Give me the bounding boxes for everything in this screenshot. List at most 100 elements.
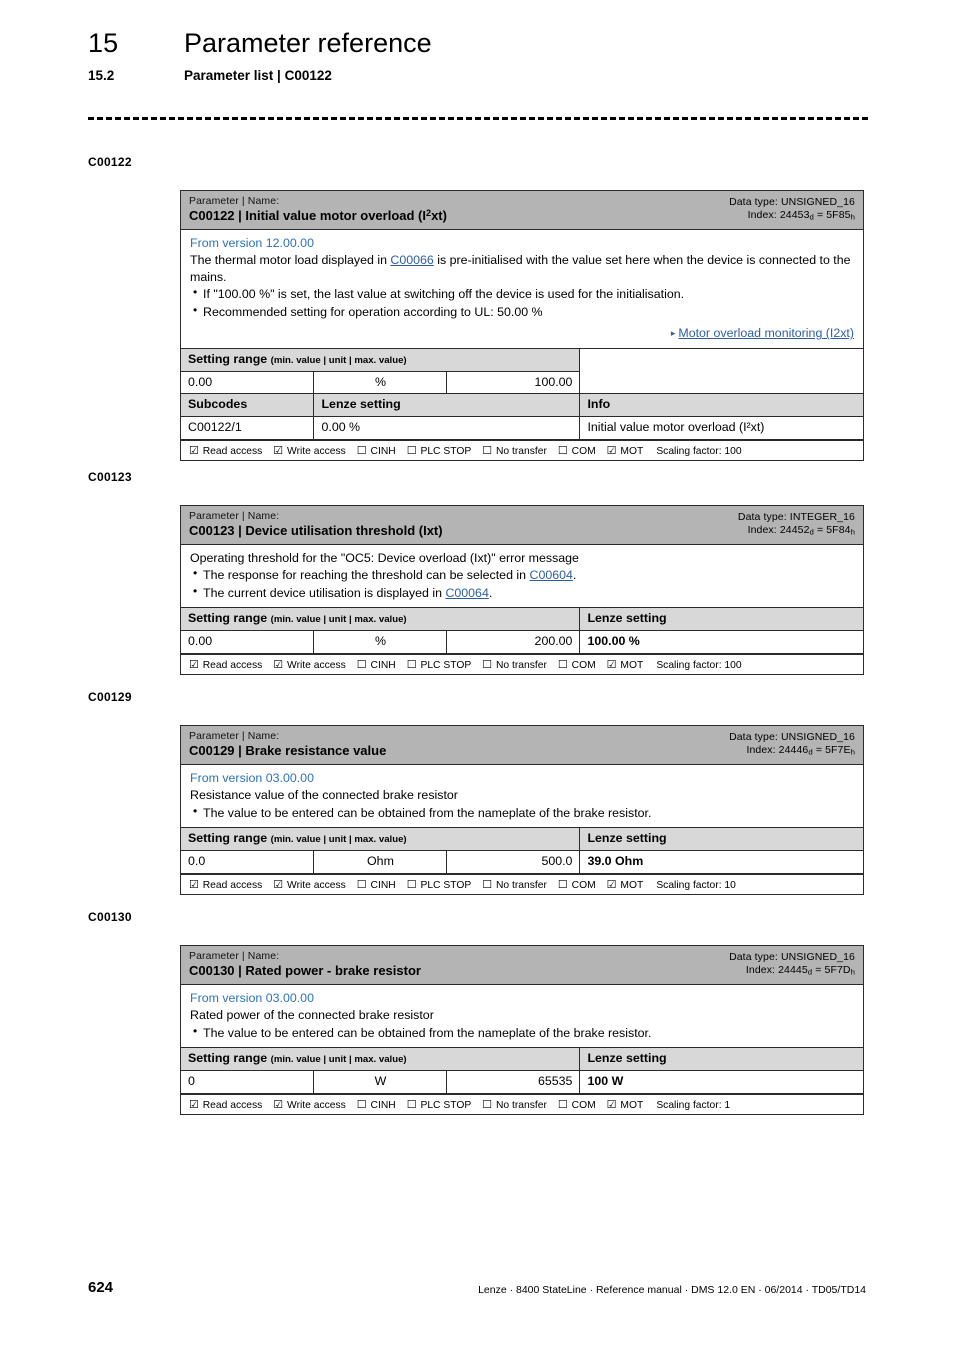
parameter-name-kicker: Parameter | Name: [189,195,280,207]
max-value-cell: 65535 [446,1070,581,1094]
checkbox-read-icon: ☑ [189,878,199,891]
checkbox-cinh-icon: ☐ [356,1098,367,1111]
table-row: 0 W 65535 100 W [181,1070,863,1094]
access-flags-row: ☑ Read access ☑ Write access ☐ CINH ☐ PLC S… [181,873,863,894]
margin-label-c00122: C00122 [88,155,132,169]
index-decimal: 24446 [778,743,809,756]
access-flag-label: PLC STOP [420,879,472,891]
index-hex: 5F7E [825,743,851,756]
description-text: Rated power of the connected brake resis… [190,1008,434,1023]
checkbox-com-icon: ☐ [557,1098,568,1111]
access-flag-label: COM [571,659,596,671]
access-flag-label: CINH [370,659,396,671]
checkbox-write-icon: ☑ [273,445,284,458]
access-flag-label: Read access [202,1099,263,1111]
parameter-name: C00123 | Device utilisation threshold (I… [189,523,443,539]
subcode-info-cell: Initial value motor overload (I²xt) [579,416,863,441]
subcode-cell: C00122/1 [181,416,315,441]
checkbox-plcstop-icon: ☐ [406,1098,417,1111]
access-flag-com: ☐ COM [558,879,596,891]
checkbox-plcstop-icon: ☐ [406,445,417,458]
description: From version 03.00.00 Rated power of the … [181,985,863,1048]
unit-cell: % [313,370,448,395]
max-value-cell: 100.00 [446,370,580,395]
from-version-note: From version 03.00.00 [190,770,314,785]
parameter-name: C00122 | Initial value motor overload (I… [189,208,447,224]
min-value-cell: 0.00 [181,370,315,395]
access-flag-label: Read access [202,659,263,671]
index-value: Index: 24445d = 5F7Dh [745,963,855,977]
checkbox-read-icon: ☑ [189,658,199,671]
index-hex: 5F7D [824,963,851,976]
data-type-value: UNSIGNED_16 [780,196,855,208]
page-header: 15 Parameter reference 15.2 Parameter li… [88,26,868,84]
access-flag-label: No transfer [495,1099,547,1111]
setting-range-header-cell: Setting range (min. value | unit | max. … [181,1047,581,1072]
index-hex: 5F84 [826,523,851,536]
access-flag-write: ☑ Write access [273,445,346,458]
access-flag-label: PLC STOP [420,446,472,458]
access-flag-label: No transfer [495,879,547,891]
access-flag-cinh: ☐ CINH [356,1098,396,1111]
parameter-link[interactable]: C00064 [445,586,488,600]
access-flag-notransfer: ☐ No transfer [482,1099,547,1111]
parameter-title-bar: Parameter | Name: C00129 | Brake resistan… [181,726,863,765]
data-type: Data type: UNSIGNED_16 [729,951,855,963]
checkbox-cinh-icon: ☐ [356,658,367,671]
subcode-lenze-setting-cell: 0.00 % [313,416,581,441]
setting-range-table: Setting range (min. value | unit | max. … [181,347,863,441]
parameter-name-kicker: Parameter | Name: [189,510,280,522]
access-flag-label: Read access [202,879,263,891]
setting-range-sublabel: (min. value | unit | max. value) [270,834,407,846]
checkbox-notransfer-icon: ☐ [482,658,493,671]
scaling-factor: Scaling factor: 1 [656,1099,731,1111]
access-flag-label: No transfer [495,659,547,671]
checkbox-cinh-icon: ☐ [356,878,367,891]
setting-range-table: Setting range (min. value | unit | max. … [181,1047,863,1094]
parameter-title-bar: Parameter | Name: C00122 | Initial value … [181,191,863,230]
checkbox-notransfer-icon: ☐ [482,878,493,891]
access-flag-label: MOT [620,446,644,458]
parameter-block-c00122: Parameter | Name: C00122 | Initial value … [180,190,864,462]
access-flag-label: CINH [370,879,396,891]
access-flag-read: ☑ Read access [189,878,263,891]
footer-page-number: 624 [88,1279,114,1296]
access-flag-label: Write access [287,1099,346,1111]
cross-reference-link[interactable]: Motor overload monitoring (I2xt) [678,326,854,340]
chapter-title: Parameter reference [184,28,432,58]
index-value: Index: 24452d = 5F84h [747,523,855,537]
access-flag-mot: ☑ MOT [607,445,644,458]
description-bullet-list: The value to be entered can be obtained … [190,804,854,822]
checkbox-mot-icon: ☑ [606,658,617,671]
data-type: Data type: INTEGER_16 [737,511,855,523]
data-type-value: UNSIGNED_16 [780,731,855,743]
lenze-setting-header-cell: Lenze setting [579,1047,863,1072]
setting-range-header-cell: Setting range (min. value | unit | max. … [181,827,581,852]
access-flag-label: MOT [620,659,644,671]
bullet-text-post: . [572,568,577,583]
setting-range-sublabel: (min. value | unit | max. value) [270,614,407,626]
parameter-link[interactable]: C00604 [530,568,573,582]
table-row: C00122/1 0.00 % Initial value motor overlo… [181,416,863,441]
max-value-cell: 500.0 [446,850,581,874]
access-flag-read: ☑ Read access [189,445,262,457]
access-flags-row: ☑ Read access ☑ Write access ☐ CINH ☐ PLC S… [181,653,863,674]
triangle-right-icon: ▸ [670,328,676,339]
checkbox-com-icon: ☐ [557,445,568,458]
access-flag-label: COM [571,1099,596,1111]
checkbox-com-icon: ☐ [557,658,568,671]
bullet-item: The value to be entered can be obtained … [190,804,854,822]
lenze-setting-header-cell: Lenze setting [579,607,863,632]
description: From version 12.00.00 The thermal motor l… [181,230,863,348]
access-flag-label: MOT [620,1099,644,1111]
parameter-block-c00130: Parameter | Name: C00130 | Rated power - … [180,945,864,1115]
checkbox-mot-icon: ☑ [606,878,617,891]
access-flag-label: COM [571,879,596,891]
data-type: Data type: UNSIGNED_16 [729,731,855,743]
scaling-factor: Scaling factor: 100 [656,659,742,671]
unit-cell: W [313,1070,448,1094]
index-value: Index: 24453d = 5F85h [747,208,855,222]
table-row: 0.0 Ohm 500.0 39.0 Ohm [181,850,863,874]
parameter-link[interactable]: C00066 [390,253,433,267]
access-flag-plcstop: ☐ PLC STOP [406,445,472,458]
